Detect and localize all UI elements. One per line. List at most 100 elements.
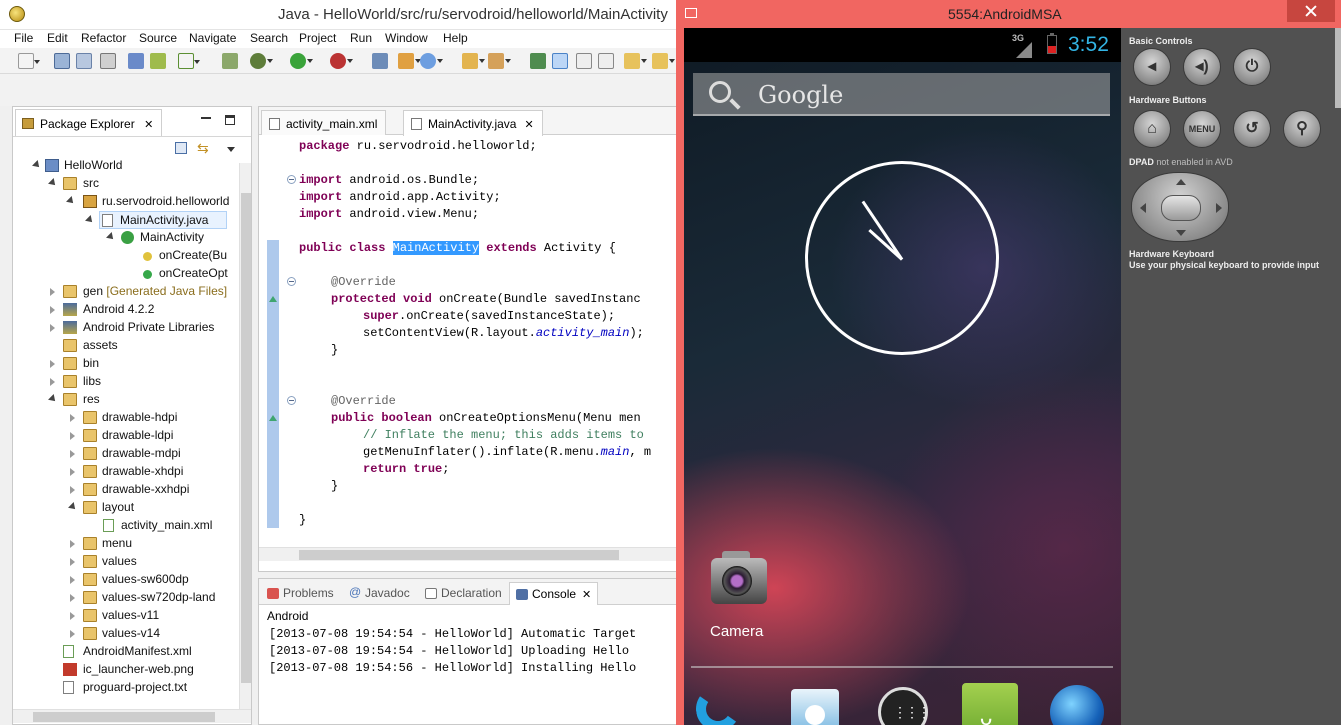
status-bar: 3G 3:52	[684, 28, 1121, 62]
menu-navigate[interactable]: Navigate	[189, 31, 236, 45]
image-file-icon	[63, 663, 77, 676]
apps-icon[interactable]	[874, 683, 932, 725]
controls-scrollbar[interactable]	[1335, 28, 1341, 108]
code-line: package ru.servodroid.helloworld;	[299, 139, 537, 153]
analog-clock-widget[interactable]	[805, 161, 999, 355]
maximize-icon[interactable]	[225, 115, 235, 125]
package-explorer-tab[interactable]: Package Explorer ✕	[15, 109, 163, 136]
menu-project[interactable]: Project	[299, 31, 336, 45]
menu-button[interactable]: MENU	[1183, 110, 1221, 148]
tab-mainactivity-java[interactable]: MainActivity.java ✕	[403, 110, 543, 136]
code-line: }	[331, 479, 339, 493]
tab-activity-main-xml[interactable]: activity_main.xml	[261, 110, 387, 135]
new-icon[interactable]	[18, 53, 40, 69]
dpad-right-icon[interactable]	[1216, 203, 1222, 213]
tab-declaration[interactable]: Declaration	[419, 582, 508, 604]
view-menu-icon[interactable]	[227, 147, 235, 152]
back-icon[interactable]	[652, 53, 675, 69]
mark-occurrences-icon[interactable]	[552, 53, 568, 69]
menu-file[interactable]: File	[14, 31, 33, 45]
next-edit-icon[interactable]	[624, 53, 647, 69]
run-icon[interactable]	[290, 53, 313, 69]
edit-icon[interactable]	[488, 53, 511, 69]
window-icon	[685, 8, 697, 18]
save-icon[interactable]	[54, 53, 70, 69]
menu-source[interactable]: Source	[139, 31, 177, 45]
menu-window[interactable]: Window	[385, 31, 428, 45]
folder-icon	[83, 591, 97, 604]
power-button[interactable]: ⏻	[1233, 48, 1271, 86]
search-button[interactable]: ⚲	[1283, 110, 1321, 148]
tab-console[interactable]: Console ✕	[509, 582, 599, 605]
fold-icon[interactable]	[287, 277, 296, 286]
print-icon[interactable]	[100, 53, 116, 69]
tab-javadoc[interactable]: @ Javadoc	[343, 582, 416, 604]
fold-icon[interactable]	[287, 396, 296, 405]
android-sdk-icon[interactable]	[150, 53, 166, 69]
close-button[interactable]	[1287, 0, 1335, 22]
camera-app-icon[interactable]	[708, 548, 770, 608]
dpad-down-icon[interactable]	[1176, 230, 1186, 236]
javadoc-icon: @	[349, 585, 362, 599]
close-icon[interactable]: ✕	[524, 119, 533, 131]
volume-down-button[interactable]: ◂	[1133, 48, 1171, 86]
link-with-editor-icon[interactable]: ⇆	[197, 141, 211, 155]
menu-help[interactable]: Help	[443, 31, 468, 45]
menu-refactor[interactable]: Refactor	[81, 31, 126, 45]
open-type-icon[interactable]	[398, 53, 421, 69]
dpad-left-icon[interactable]	[1140, 203, 1146, 213]
editor-horizontal-scrollbar[interactable]	[259, 547, 676, 561]
refresh-icon[interactable]	[420, 53, 443, 69]
folder-icon	[83, 555, 97, 568]
code-line: import android.view.Menu;	[299, 207, 480, 221]
fold-icon[interactable]	[287, 175, 296, 184]
next-annotation-icon[interactable]	[530, 53, 546, 69]
search-icon[interactable]	[372, 53, 388, 69]
library-icon	[63, 321, 77, 334]
show-whitespace-icon[interactable]	[598, 53, 614, 69]
new-android-project-icon[interactable]	[222, 53, 238, 69]
close-icon[interactable]: ✕	[582, 589, 591, 601]
checkbox-icon[interactable]	[178, 53, 200, 69]
package-explorer-horizontal-scrollbar[interactable]	[13, 709, 251, 723]
back-button[interactable]: ↺	[1233, 110, 1271, 148]
minimize-icon[interactable]	[201, 117, 211, 119]
code-line: return true;	[363, 462, 450, 476]
market-icon[interactable]	[960, 683, 1018, 725]
debug-icon[interactable]	[250, 53, 273, 69]
collapse-all-icon[interactable]	[175, 142, 187, 154]
download-icon[interactable]	[128, 53, 144, 69]
emulator-title: 5554:AndroidMSA	[948, 6, 1062, 22]
folder-icon	[83, 537, 97, 550]
browser-icon[interactable]	[1046, 683, 1104, 725]
google-search-bar[interactable]: Google	[693, 73, 1110, 116]
menu-search[interactable]: Search	[250, 31, 288, 45]
close-icon[interactable]: ✕	[144, 119, 153, 131]
tree-item-mainactivity-java[interactable]: MainActivity.java	[85, 211, 227, 229]
editor-text-area[interactable]: package ru.servodroid.helloworld; import…	[259, 136, 676, 554]
menu-run[interactable]: Run	[350, 31, 372, 45]
menu-edit[interactable]: Edit	[47, 31, 68, 45]
override-marker-icon	[269, 415, 277, 421]
battery-icon	[1047, 33, 1057, 54]
declaration-icon	[425, 588, 437, 599]
dpad-control[interactable]	[1131, 172, 1229, 242]
home-button[interactable]: ⌂	[1133, 110, 1171, 148]
camera-app-label[interactable]: Camera	[710, 623, 763, 640]
volume-up-button[interactable]: ◂)	[1183, 48, 1221, 86]
phone-icon[interactable]	[688, 683, 746, 725]
dpad-center-button[interactable]	[1161, 195, 1201, 221]
save-all-icon[interactable]	[76, 53, 92, 69]
dpad-up-icon[interactable]	[1176, 179, 1186, 185]
phone-screen[interactable]: 3G 3:52 Google Camera	[684, 28, 1121, 725]
external-tools-icon[interactable]	[330, 53, 353, 69]
people-icon[interactable]	[787, 683, 845, 725]
console-line: [2013-07-08 19:54:54 - HelloWorld] Autom…	[269, 627, 637, 641]
package-explorer-vertical-scrollbar[interactable]	[239, 163, 251, 709]
code-line: // Inflate the menu; this adds items to	[363, 428, 644, 442]
folder-icon	[63, 339, 77, 352]
toolbar-spacer	[0, 74, 676, 106]
tab-problems[interactable]: Problems	[261, 582, 340, 604]
open-folder-icon[interactable]	[462, 53, 485, 69]
block-selection-icon[interactable]	[576, 53, 592, 69]
